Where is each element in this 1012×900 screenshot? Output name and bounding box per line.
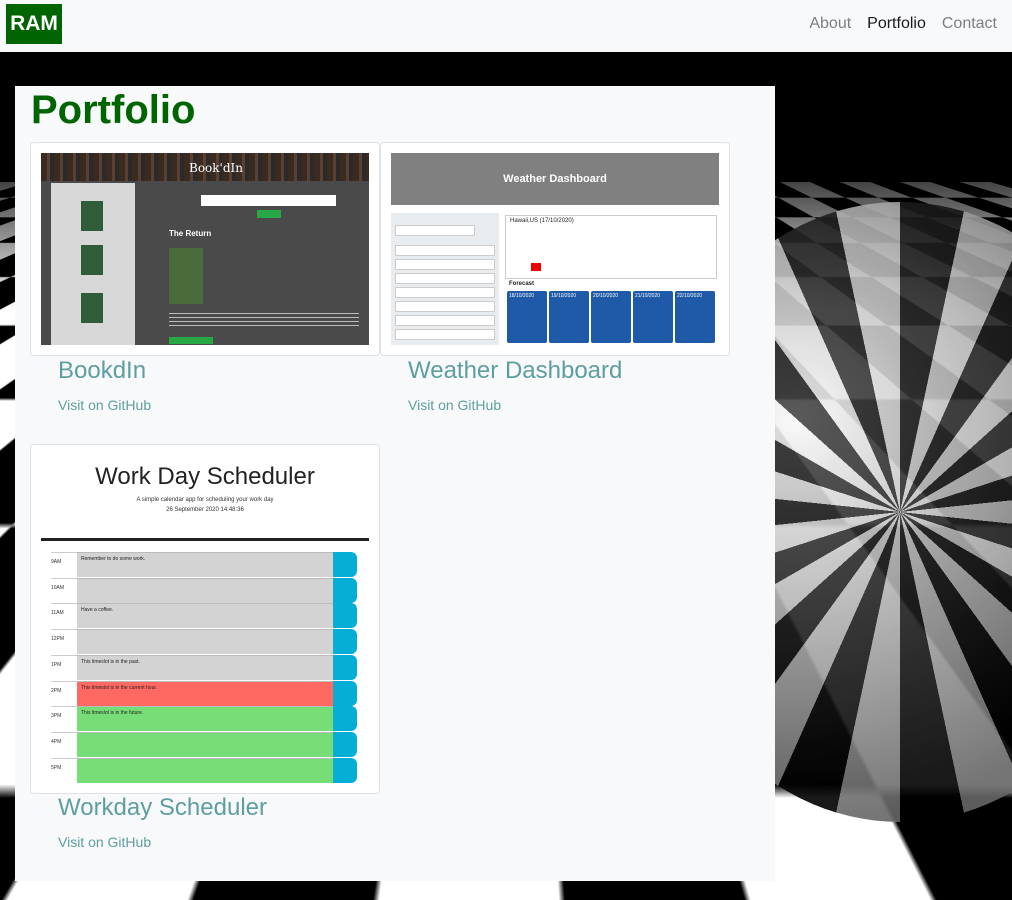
project-title[interactable]: Weather Dashboard [408, 357, 622, 385]
schedule-row: 12PM [51, 629, 357, 655]
thumb-heading: The Return [169, 229, 212, 238]
schedule-row: 11AM Have a coffee. [51, 603, 357, 629]
save-icon [333, 680, 357, 706]
thumb-header: Weather Dashboard [391, 153, 719, 205]
save-icon [333, 731, 357, 757]
portfolio-panel: Portfolio Book'dIn The Return BookdIn Vi… [15, 86, 775, 881]
schedule-row: 9AM Remember to do some work. [51, 552, 357, 577]
project-screenshot: Book'dIn The Return [41, 153, 369, 345]
schedule-row: 5PM [51, 757, 357, 783]
nav-links: About Portfolio Contact [809, 15, 997, 33]
thumb-city: Hawaii,US (17/10/2020) [510, 218, 574, 224]
project-screenshot: Weather Dashboard Hawaii,US (17/10/2020)… [391, 153, 719, 345]
nav-about[interactable]: About [809, 15, 851, 33]
github-link[interactable]: Visit on GitHub [58, 834, 151, 850]
project-title[interactable]: BookdIn [58, 357, 146, 385]
project-card-bookdin[interactable]: Book'dIn The Return [30, 142, 380, 356]
project-card-scheduler[interactable]: Work Day Scheduler A simple calendar app… [30, 444, 380, 794]
schedule-row: 1PM This timeslot is in the past. [51, 654, 357, 680]
save-icon [333, 603, 357, 629]
save-icon [333, 654, 357, 680]
schedule-row: 3PM This timeslot is in the future. [51, 706, 357, 732]
github-link[interactable]: Visit on GitHub [408, 397, 501, 413]
navbar: RAM About Portfolio Contact [0, 0, 1012, 52]
page-title: Portfolio [31, 88, 196, 132]
thumb-forecast: Forecast [509, 281, 535, 287]
nav-contact[interactable]: Contact [942, 15, 997, 33]
nav-portfolio[interactable]: Portfolio [867, 15, 926, 33]
save-icon [333, 706, 357, 732]
github-link[interactable]: Visit on GitHub [58, 397, 151, 413]
schedule-row: 2PM This timeslot is in the current hour. [51, 680, 357, 706]
project-title[interactable]: Workday Scheduler [58, 794, 267, 822]
project-card-weather[interactable]: Weather Dashboard Hawaii,US (17/10/2020)… [380, 142, 730, 356]
save-icon [333, 577, 357, 603]
thumb-logo: Book'dIn [189, 161, 243, 175]
schedule-row: 10AM [51, 577, 357, 603]
save-icon [333, 552, 357, 577]
thumb-title: Work Day Scheduler [95, 463, 315, 490]
schedule-row: 4PM [51, 731, 357, 757]
brand-logo[interactable]: RAM [6, 4, 62, 44]
save-icon [333, 757, 357, 783]
project-screenshot: Work Day Scheduler A simple calendar app… [41, 455, 369, 783]
save-icon [333, 629, 357, 655]
